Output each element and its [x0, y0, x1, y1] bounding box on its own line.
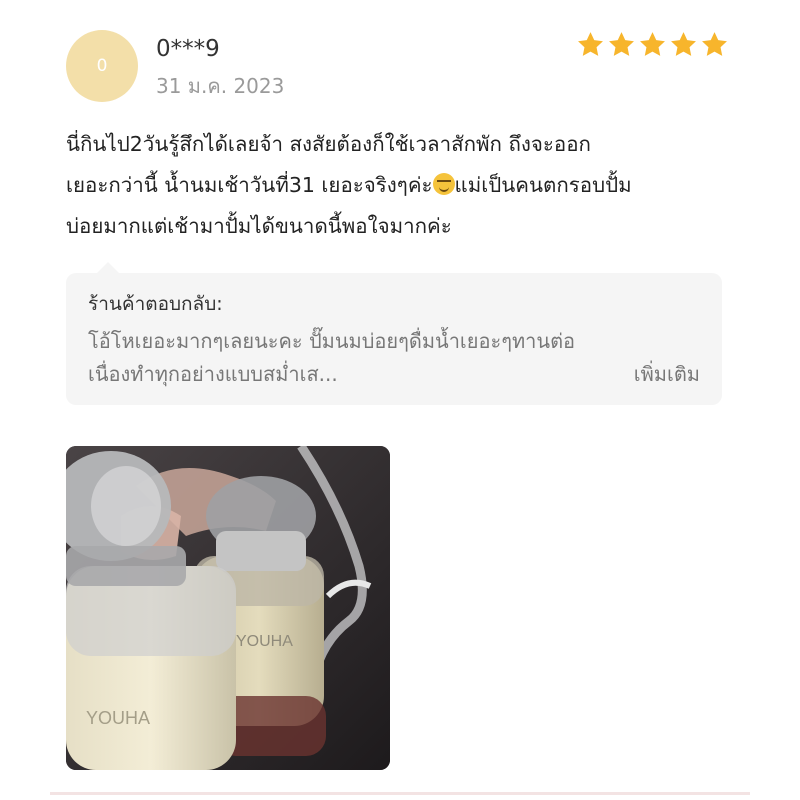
review-line: เยอะกว่านี้ น้ำนมเช้าวันที่31 เยอะจริงๆค… — [66, 173, 632, 197]
bottle-brand-label: YOUHA — [236, 633, 293, 650]
divider — [50, 792, 750, 795]
seller-reply-line: โอ้โหเยอะมากๆเลยนะคะ ปั๊มนมบ่อยๆดื่มน้ำเ… — [88, 329, 576, 353]
bottle-brand-label: YOUHA — [86, 708, 150, 728]
star-icon — [638, 30, 667, 59]
seller-reply-line: เนื่องทำทุกอย่างแบบสม่ำเส... — [88, 362, 338, 386]
star-icon — [700, 30, 729, 59]
reviewer-username: 0***9 — [156, 36, 220, 62]
reviewer-avatar: 0 — [66, 30, 138, 102]
review-date: 31 ม.ค. 2023 — [156, 74, 285, 98]
star-icon — [576, 30, 605, 59]
avatar-initial: 0 — [96, 56, 108, 76]
review-line: บ่อยมากแต่เช้ามาปั้มได้ขนาดนี้พอใจมากค่ะ — [66, 214, 452, 238]
breast-milk-bottles-photo: YOUHA YOUHA — [66, 446, 390, 770]
review-line: นี่กินไป2วันรู้สึกได้เลยจ้า สงสัยต้องก็ใ… — [66, 132, 591, 156]
seller-reply-title: ร้านค้าตอบกลับ: — [88, 293, 223, 315]
seller-reply-box[interactable]: ร้านค้าตอบกลับ: โอ้โหเยอะมากๆเลยนะคะ ปั๊… — [66, 273, 722, 405]
smiling-face-emoji-icon — [432, 173, 455, 195]
star-icon — [607, 30, 636, 59]
see-more-link[interactable]: เพิ่มเติม — [634, 358, 700, 391]
seller-reply-text: โอ้โหเยอะมากๆเลยนะคะ ปั๊มนมบ่อยๆดื่มน้ำเ… — [88, 325, 708, 391]
star-icon — [669, 30, 698, 59]
review-photo[interactable]: YOUHA YOUHA — [66, 446, 390, 770]
review-text: นี่กินไป2วันรู้สึกได้เลยจ้า สงสัยต้องก็ใ… — [66, 124, 736, 247]
star-rating — [576, 30, 729, 59]
